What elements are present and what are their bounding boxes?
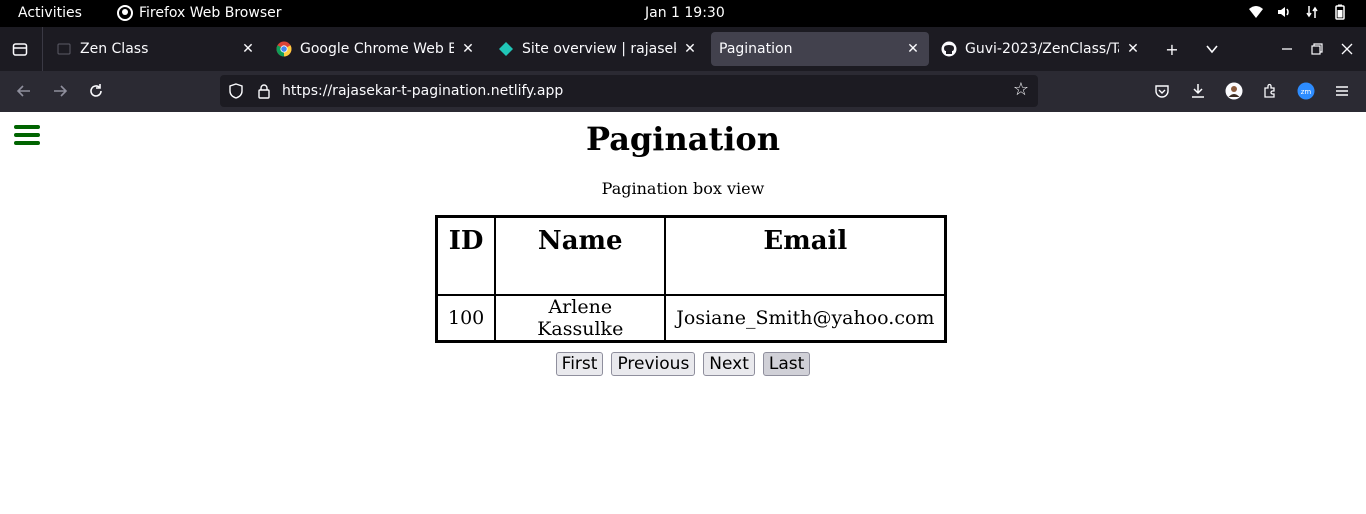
chevron-down-icon [1206,45,1218,54]
plus-icon: + [1165,39,1179,59]
pocket-icon [1155,85,1169,98]
close-tab-icon[interactable]: ✕ [240,41,256,57]
cell-name: Arlene Kassulke [495,295,666,341]
restore-button[interactable] [1305,37,1329,61]
extensions-button[interactable] [1258,79,1282,103]
firefox-view-button[interactable] [8,37,32,61]
zoom-extension-button[interactable]: zm [1294,79,1318,103]
reload-icon [90,84,102,97]
last-page-button[interactable]: Last [762,352,811,376]
table-row: 100 Arlene Kassulke Josiane_Smith@yahoo.… [437,295,946,341]
netlify-icon [498,41,514,57]
restore-icon [1311,43,1323,55]
tab-chrome-web-store[interactable]: Google Chrome Web Bro ✕ [268,32,484,66]
tab-site-overview[interactable]: Site overview | rajasekar ✕ [490,32,706,66]
tab-title: Pagination [719,41,793,57]
app-name: Firefox Web Browser [139,5,282,21]
close-tab-icon[interactable]: ✕ [460,41,476,57]
new-tab-button[interactable]: + [1160,37,1184,61]
close-window-button[interactable] [1335,37,1359,61]
users-table: ID Name Email 100 Arlene Kassulke Josian… [435,215,948,343]
close-tab-icon[interactable]: ✕ [682,41,698,57]
wifi-icon [1249,6,1263,18]
column-header-email: Email [665,217,946,295]
downloads-button[interactable] [1186,79,1210,103]
table-header-row: ID Name Email [437,217,946,295]
bookmark-star-icon[interactable]: ☆ [1012,81,1030,99]
chrome-icon [276,41,292,57]
tab-title: Zen Class [80,41,149,57]
pagination-controls: First Previous Next Last [0,352,1366,376]
clock[interactable]: Jan 1 19:30 [645,5,725,21]
puzzle-icon [1264,83,1275,98]
tab-title: Guvi-2023/ZenClass/Task [965,41,1119,57]
firefox-icon [117,5,133,21]
system-tray[interactable] [1248,4,1348,20]
forward-button[interactable] [48,79,72,103]
navigation-toolbar: https://rajasekar-t-pagination.netlify.a… [0,71,1366,112]
tab-strip: Zen Class ✕ Google Chrome Web Bro ✕ Site… [0,27,1366,71]
previous-page-button[interactable]: Previous [611,352,696,376]
svg-text:zm: zm [1301,88,1312,96]
url-text[interactable]: https://rajasekar-t-pagination.netlify.a… [282,83,563,99]
cell-email: Josiane_Smith@yahoo.com [665,295,946,341]
back-button[interactable] [12,79,36,103]
tab-title: Site overview | rajasekar [522,41,676,57]
battery-icon [1335,4,1345,20]
page-subtitle: Pagination box view [601,179,765,198]
lock-icon[interactable] [256,83,272,99]
download-icon [1192,84,1204,98]
firefox-view-icon [12,43,28,56]
first-page-button[interactable]: First [555,352,604,376]
list-all-tabs-button[interactable] [1200,37,1224,61]
shield-icon[interactable] [228,83,244,99]
column-header-name: Name [495,217,666,295]
system-top-bar: Activities Firefox Web Browser Jan 1 19:… [0,0,1366,27]
url-bar[interactable]: https://rajasekar-t-pagination.netlify.a… [220,75,1038,107]
next-page-button[interactable]: Next [703,352,755,376]
tab-title: Google Chrome Web Bro [300,41,454,57]
close-icon [1341,43,1353,55]
arrow-right-icon [54,85,68,97]
cell-id: 100 [437,295,496,341]
account-button[interactable] [1222,79,1246,103]
volume-icon [1278,7,1289,17]
page-title: Pagination [585,120,780,158]
github-icon [941,41,957,57]
zoom-icon: zm [1297,82,1315,100]
column-header-id: ID [437,217,496,295]
app-menu[interactable]: Firefox Web Browser [117,5,282,21]
app-menu-button[interactable] [1330,79,1354,103]
tab-pagination[interactable]: Pagination ✕ [711,32,929,66]
network-icon [1306,6,1318,18]
close-tab-icon[interactable]: ✕ [1125,41,1141,57]
tab-separator [42,27,43,71]
zen-class-favicon [56,41,72,57]
page-content: Pagination Pagination box view ID Name E… [0,112,1366,514]
tab-zen-class[interactable]: Zen Class ✕ [48,32,264,66]
avatar-icon [1225,82,1243,100]
activities-button[interactable]: Activities [18,5,82,21]
minimize-button[interactable] [1275,37,1299,61]
hamburger-menu-icon [1336,86,1348,96]
minimize-icon [1282,48,1292,50]
tab-github[interactable]: Guvi-2023/ZenClass/Task ✕ [933,32,1149,66]
pocket-button[interactable] [1150,79,1174,103]
arrow-left-icon [16,85,30,97]
reload-button[interactable] [84,79,108,103]
close-tab-icon[interactable]: ✕ [905,41,921,57]
